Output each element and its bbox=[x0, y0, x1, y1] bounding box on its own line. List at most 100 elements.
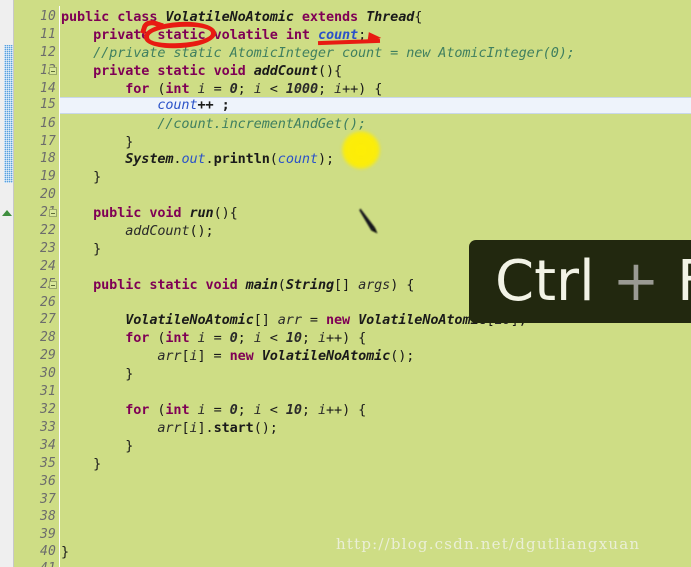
code-line[interactable]: for (int i = 0; i < 10; i++) { bbox=[61, 402, 691, 418]
line-number: 29 bbox=[39, 348, 56, 363]
code-line[interactable]: arr[i].start(); bbox=[61, 420, 691, 436]
code-token: i bbox=[197, 402, 206, 418]
line-number: 24 bbox=[39, 259, 56, 274]
code-token: arr bbox=[277, 312, 302, 328]
code-token: VolatileNoAtomic bbox=[358, 312, 487, 328]
keycast-separator: + bbox=[594, 248, 678, 314]
code-line[interactable]: for (int i = 0; i < 10; i++) { bbox=[61, 330, 691, 346]
code-line[interactable] bbox=[61, 492, 691, 508]
code-editor[interactable]: 10 11 12 13 14 15 16 17 18 19 20 21 22 23 24 25 26 27 28 29… bbox=[0, 0, 691, 567]
code-token: static bbox=[149, 277, 206, 293]
line-number: 40 bbox=[39, 544, 56, 559]
line-number: 18 bbox=[39, 151, 56, 166]
code-token: i bbox=[197, 81, 206, 97]
code-token: ++) { bbox=[326, 330, 367, 346]
code-token: addCount bbox=[125, 223, 190, 239]
code-token: 0 bbox=[229, 81, 238, 97]
code-token: ) { bbox=[390, 277, 415, 293]
line-number: 27 bbox=[39, 312, 56, 327]
code-line[interactable] bbox=[61, 474, 691, 490]
line-number: 10 bbox=[39, 9, 56, 24]
code-token: Thread bbox=[366, 9, 415, 25]
fold-collapse-icon[interactable] bbox=[49, 281, 57, 289]
code-token: = bbox=[301, 312, 326, 328]
code-line[interactable]: arr[i] = new VolatileNoAtomic(); bbox=[61, 348, 691, 364]
code-line[interactable]: //count.incrementAndGet(); bbox=[61, 116, 691, 132]
line-number: 28 bbox=[39, 330, 56, 345]
line-number: 14 bbox=[39, 81, 56, 96]
keycast-key: F bbox=[677, 253, 691, 310]
code-line-current[interactable]: count++ ; bbox=[14, 97, 691, 114]
line-number: 23 bbox=[39, 241, 56, 256]
code-token: } bbox=[61, 456, 102, 472]
code-token: } bbox=[61, 438, 134, 454]
code-token: for bbox=[125, 402, 158, 418]
code-token: static bbox=[157, 27, 214, 43]
code-token: = bbox=[205, 330, 230, 346]
code-token: ; bbox=[301, 330, 318, 346]
code-token: int bbox=[165, 402, 198, 418]
code-token: 1000 bbox=[285, 81, 318, 97]
line-number: 32 bbox=[39, 402, 56, 417]
code-line[interactable]: System.out.println(count); bbox=[61, 151, 691, 167]
line-number: 33 bbox=[39, 420, 56, 435]
watermark-text: http://blog.csdn.net/dgutliangxuan bbox=[336, 535, 641, 553]
line-number: 38 bbox=[39, 509, 56, 524]
code-token: i bbox=[189, 420, 198, 436]
code-token: i bbox=[253, 81, 262, 97]
code-token: VolatileNoAtomic bbox=[261, 348, 391, 364]
code-line[interactable]: } bbox=[61, 169, 691, 185]
code-line[interactable] bbox=[61, 561, 691, 567]
code-token: } bbox=[61, 544, 70, 560]
line-number: 15 bbox=[39, 97, 56, 112]
code-line[interactable]: } bbox=[61, 134, 691, 150]
code-line[interactable]: for (int i = 0; i < 1000; i++) { bbox=[61, 81, 691, 97]
code-line[interactable] bbox=[61, 384, 691, 400]
line-number: 39 bbox=[39, 527, 56, 542]
code-token: (); bbox=[189, 223, 214, 239]
keycast-modifier: Ctrl bbox=[495, 248, 595, 314]
line-number: 34 bbox=[39, 438, 56, 453]
code-token: < bbox=[261, 402, 286, 418]
editor-gutter-strip[interactable] bbox=[0, 0, 14, 567]
fold-collapse-icon[interactable] bbox=[49, 209, 57, 217]
code-token: ; bbox=[317, 81, 335, 97]
line-number: 16 bbox=[39, 116, 56, 131]
code-line[interactable]: } bbox=[61, 456, 691, 472]
code-token: extends bbox=[301, 9, 367, 25]
code-line[interactable]: } bbox=[61, 366, 691, 382]
line-number: 30 bbox=[39, 366, 56, 381]
code-token: i bbox=[253, 330, 262, 346]
code-token: for bbox=[125, 81, 158, 97]
code-token: void bbox=[213, 63, 254, 79]
code-token: static bbox=[157, 63, 214, 79]
code-token: int bbox=[285, 27, 318, 43]
code-line[interactable]: } bbox=[61, 438, 691, 454]
code-token: void bbox=[205, 277, 246, 293]
fold-collapse-icon[interactable] bbox=[49, 67, 57, 75]
line-number: 19 bbox=[39, 169, 56, 184]
code-token: //private static AtomicInteger count = n… bbox=[61, 45, 575, 61]
code-line[interactable] bbox=[61, 187, 691, 203]
code-token: = bbox=[205, 81, 230, 97]
line-number: 26 bbox=[39, 295, 56, 310]
code-line[interactable]: //private static AtomicInteger count = n… bbox=[61, 45, 691, 61]
code-token: VolatileNoAtomic bbox=[165, 9, 294, 25]
code-token: } bbox=[61, 241, 102, 257]
code-line[interactable] bbox=[61, 509, 691, 525]
code-token: < bbox=[261, 330, 286, 346]
override-marker-icon[interactable] bbox=[2, 210, 12, 216]
code-token: public bbox=[93, 205, 150, 221]
code-token: main bbox=[245, 277, 278, 293]
code-token: ; bbox=[237, 402, 254, 418]
code-token: new bbox=[325, 312, 359, 328]
code-token: String bbox=[285, 277, 334, 293]
code-line[interactable]: private static void addCount(){ bbox=[61, 63, 691, 79]
